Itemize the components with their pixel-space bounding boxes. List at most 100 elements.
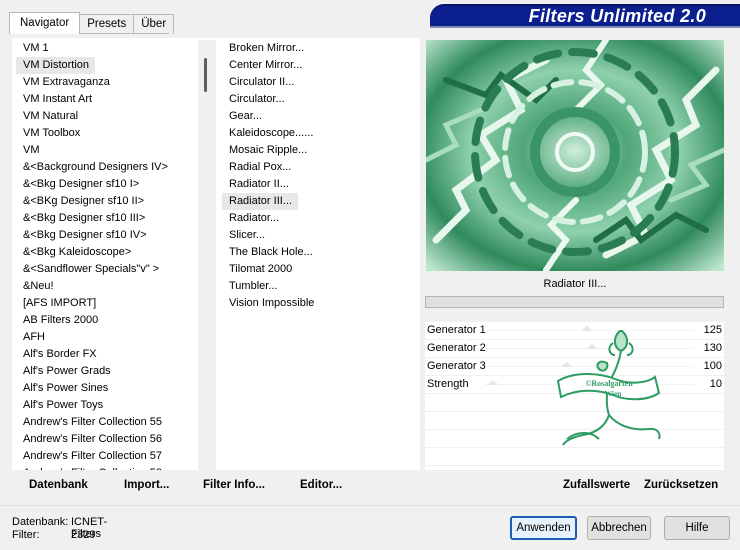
slider-thumb[interactable]	[581, 326, 594, 331]
param-slider[interactable]	[485, 344, 694, 349]
filter-list-item[interactable]: Tumbler...	[222, 278, 418, 295]
help-button[interactable]: Hilfe	[664, 516, 730, 540]
filter-list-item[interactable]: Vision Impossible	[222, 295, 418, 312]
category-list-item[interactable]: VM 1	[16, 40, 196, 57]
filter-list-item[interactable]: Radiator III...	[222, 193, 418, 210]
filter-list-item[interactable]: Center Mirror...	[222, 57, 418, 74]
category-item-label: Alf's Power Grads	[23, 365, 111, 377]
category-item-label: Alf's Power Toys	[23, 399, 104, 411]
param-slider[interactable]	[485, 326, 694, 331]
category-list-item[interactable]: Alf's Power Toys	[16, 397, 196, 414]
category-list-item[interactable]: VM Extravaganza	[16, 74, 196, 91]
filter-info-button[interactable]: Filter Info...	[203, 479, 265, 491]
category-list-item[interactable]: VM Instant Art	[16, 91, 196, 108]
filter-list-item[interactable]: Kaleidoscope......	[222, 125, 418, 142]
slider-thumb[interactable]	[585, 344, 598, 349]
category-item-label: AB Filters 2000	[23, 314, 99, 326]
filter-list-item[interactable]: Radial Pox...	[222, 159, 418, 176]
category-item-label: &<Bkg Designer sf10 III>	[23, 212, 146, 224]
database-label: Datenbank:	[12, 516, 69, 528]
category-list-item[interactable]: Andrew's Filter Collection 57	[16, 448, 196, 465]
category-list-item[interactable]: &<Bkg Designer sf10 IV>	[16, 227, 196, 244]
slider-thumb[interactable]	[487, 380, 500, 385]
category-list-item[interactable]: VM Natural	[16, 108, 196, 125]
filter-list-item[interactable]: Slicer...	[222, 227, 418, 244]
category-list-item[interactable]: VM Toolbox	[16, 125, 196, 142]
zuruecksetzen-button[interactable]: Zurücksetzen	[644, 479, 718, 491]
category-list-item[interactable]: Alf's Border FX	[16, 346, 196, 363]
filter-list-item[interactable]: Broken Mirror...	[222, 40, 418, 57]
param-row-empty	[425, 430, 724, 448]
category-list-item[interactable]: [AFS IMPORT]	[16, 295, 196, 312]
category-item-label: Andrew's Filter Collection 56	[23, 433, 163, 445]
param-label: Generator 3	[427, 360, 486, 372]
tab-presets[interactable]: Presets	[79, 14, 135, 34]
param-label: Generator 1	[427, 324, 486, 336]
category-list-item[interactable]: Andrew's Filter Collection 58	[16, 465, 196, 470]
category-item-label: VM Instant Art	[23, 93, 93, 105]
category-item-label: Alf's Border FX	[23, 348, 97, 360]
category-list-item[interactable]: AFH	[16, 329, 196, 346]
filter-item-label: Slicer...	[229, 229, 266, 241]
category-list-item[interactable]: &<Bkg Designer sf10 I>	[16, 176, 196, 193]
filter-list-item[interactable]: Circulator II...	[222, 74, 418, 91]
category-item-label: VM Extravaganza	[23, 76, 110, 88]
category-scrollbar[interactable]	[198, 40, 216, 470]
preview-image	[426, 40, 724, 271]
filter-list-item[interactable]: The Black Hole...	[222, 244, 418, 261]
category-list-item[interactable]: AB Filters 2000	[16, 312, 196, 329]
tab-bar: Navigator Presets Über	[9, 12, 175, 34]
param-value: 130	[703, 342, 722, 354]
param-row-generator-2[interactable]: Generator 2 130	[425, 340, 724, 358]
filter-list-item[interactable]: Circulator...	[222, 91, 418, 108]
param-row-empty	[425, 412, 724, 430]
param-row-generator-1[interactable]: Generator 1 125	[425, 322, 724, 340]
category-list-item[interactable]: Andrew's Filter Collection 56	[16, 431, 196, 448]
apply-button[interactable]: Anwenden	[510, 516, 577, 540]
filter-item-label: Tumbler...	[229, 280, 278, 292]
param-slider[interactable]	[485, 362, 694, 367]
filter-item-label: Broken Mirror...	[229, 42, 305, 54]
category-list-item[interactable]: &<Bkg Designer sf10 III>	[16, 210, 196, 227]
category-list-item[interactable]: Andrew's Filter Collection 55	[16, 414, 196, 431]
filter-count-value: 2329	[71, 529, 96, 541]
category-list-item[interactable]: &<Bkg Kaleidoscope>	[16, 244, 196, 261]
category-list-item[interactable]: Alf's Power Grads	[16, 363, 196, 380]
filter-list-item[interactable]: Gear...	[222, 108, 418, 125]
filter-item-label: Kaleidoscope......	[229, 127, 314, 139]
filter-item-label: Radial Pox...	[229, 161, 292, 173]
zufallswerte-button[interactable]: Zufallswerte	[563, 479, 630, 491]
param-slider[interactable]	[485, 380, 694, 385]
slider-thumb[interactable]	[560, 362, 573, 367]
category-list-item[interactable]: &<Sandflower Specials"v" >	[16, 261, 196, 278]
cancel-button[interactable]: Abbrechen	[587, 516, 651, 540]
app-banner: Filters Unlimited 2.0	[430, 4, 740, 26]
param-row-strength[interactable]: Strength 10	[425, 376, 724, 394]
category-list-item[interactable]: &<Background Designers IV>	[16, 159, 196, 176]
category-list[interactable]: VM 1 VM Distortion VM Extravaganza VM Insta…	[16, 40, 196, 470]
param-row-generator-3[interactable]: Generator 3 100	[425, 358, 724, 376]
tab-navigator[interactable]: Navigator	[9, 12, 81, 34]
category-item-label: &<BKg Designer sf10 II>	[23, 195, 145, 207]
filter-list-item[interactable]: Tilomat 2000	[222, 261, 418, 278]
category-item-label: &<Bkg Designer sf10 I>	[23, 178, 140, 190]
import-button[interactable]: Import...	[124, 479, 169, 491]
filter-list-item[interactable]: Radiator...	[222, 210, 418, 227]
datenbank-button[interactable]: Datenbank	[29, 479, 88, 491]
category-list-item[interactable]: &Neu!	[16, 278, 196, 295]
filter-item-label: Gear...	[229, 110, 263, 122]
filter-list-item[interactable]: Mosaic Ripple...	[222, 142, 418, 159]
preview-pattern	[426, 40, 724, 271]
current-filter-name: Radiator III...	[543, 278, 607, 290]
category-list-item[interactable]: Alf's Power Sines	[16, 380, 196, 397]
scrollbar-thumb[interactable]	[204, 58, 207, 92]
filter-list[interactable]: Broken Mirror... Center Mirror... Circulat…	[222, 40, 418, 470]
editor-button[interactable]: Editor...	[300, 479, 342, 491]
param-value: 125	[703, 324, 722, 336]
category-list-item[interactable]: &<BKg Designer sf10 II>	[16, 193, 196, 210]
tab-ueber[interactable]: Über	[133, 14, 175, 34]
category-list-item[interactable]: VM	[16, 142, 196, 159]
category-item-label: VM Toolbox	[23, 127, 81, 139]
category-list-item[interactable]: VM Distortion	[16, 57, 196, 74]
filter-list-item[interactable]: Radiator II...	[222, 176, 418, 193]
